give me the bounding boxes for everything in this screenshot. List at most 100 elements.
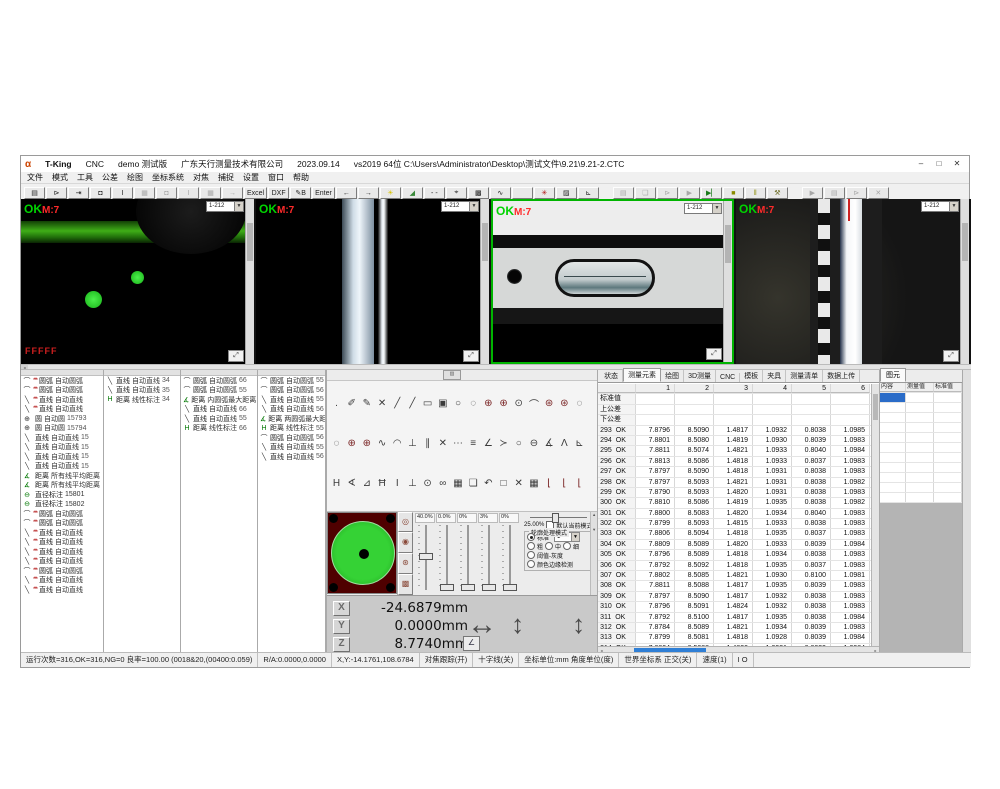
slider-thumb[interactable] xyxy=(482,584,496,591)
toolbar-button[interactable]: ‖ xyxy=(745,187,766,199)
list-item[interactable]: ⌒ *** 圆弧 自动圆弧 xyxy=(21,376,103,386)
jog-y-arrows[interactable]: ↕ xyxy=(511,602,524,646)
table-row[interactable]: 293OK 7.8796 8.5090 1.4817 1.0932 0.8038… xyxy=(598,426,879,436)
light-intensity-slider[interactable]: 0% xyxy=(457,513,477,595)
list-item[interactable]: ╲ 直线 自动直线 34 xyxy=(104,376,180,386)
table-row[interactable] xyxy=(880,393,962,403)
measure-tool-icon[interactable]: ✕ xyxy=(513,478,524,489)
column-header[interactable]: 1 xyxy=(636,384,675,393)
list-item[interactable]: ╲ 直线 自动直线 55 xyxy=(181,414,257,424)
results-tab[interactable]: 测量元素 xyxy=(623,368,661,382)
measure-tool-icon[interactable]: ⌊ xyxy=(559,478,570,489)
measure-tool-icon[interactable]: ⊛ xyxy=(559,398,570,409)
table-row[interactable]: 308OK 7.8811 8.5088 1.4817 1.0935 0.8039… xyxy=(598,581,879,591)
toolbar-button[interactable]: ✎B xyxy=(290,187,311,199)
radio-fine[interactable] xyxy=(563,542,571,550)
table-row[interactable] xyxy=(880,493,962,503)
measure-tool-icon[interactable]: ⊕ xyxy=(483,398,494,409)
toolbar-button[interactable]: ⊳ xyxy=(657,187,678,199)
list-item[interactable]: ╲ 直线 自动直线 15 xyxy=(21,443,103,453)
list-item[interactable]: ∡ 距离 内圆弧最大距离 xyxy=(181,395,257,405)
measure-tool-icon[interactable]: ⊥ xyxy=(407,478,418,489)
close-button[interactable]: ✕ xyxy=(949,158,965,170)
toolbar-button[interactable]: Enter xyxy=(312,187,335,199)
list-item[interactable]: ⌒ 圆弧 自动圆弧 66 xyxy=(181,376,257,386)
toolbar-button[interactable]: ⚒ xyxy=(767,187,788,199)
menu-item[interactable]: 帮助 xyxy=(293,172,309,183)
list-item[interactable]: ∡ 距离 两圆弧最大距离 xyxy=(258,414,325,424)
list-item[interactable]: ╲ 直线 自动直线 55 xyxy=(258,395,325,405)
toolbar-button[interactable]: ☀ xyxy=(380,187,401,199)
list-item[interactable]: ⌒ *** 圆弧 自动圆弧 xyxy=(21,519,103,529)
results-tab[interactable]: 绘图 xyxy=(661,370,684,382)
list-item[interactable]: ⊕ 圆 自动圆 15794 xyxy=(21,424,103,434)
list-item[interactable]: ╲ *** 直线 自动直线 xyxy=(21,547,103,557)
chevron-down-icon[interactable]: ▼ xyxy=(949,202,958,211)
list-item[interactable]: ╲ 直线 自动直线 15 xyxy=(21,433,103,443)
radio-threshold[interactable] xyxy=(527,551,535,559)
column-header[interactable]: 2 xyxy=(675,384,714,393)
list-item[interactable]: ⌒ 圆弧 自动圆弧 56 xyxy=(258,433,325,443)
list-item[interactable]: ╲ *** 直线 自动直线 xyxy=(21,395,103,405)
measure-tool-icon[interactable]: ∿ xyxy=(377,438,388,449)
table-row[interactable]: 313OK 7.8799 8.5081 1.4818 1.0928 0.8039… xyxy=(598,633,879,643)
list-item[interactable]: Η 距离 线性标注 66 xyxy=(181,424,257,434)
camera-range-dropdown[interactable]: 1-212▼ xyxy=(441,201,479,212)
camera-view-1[interactable]: OKM:7 FFFFF 1-212▼ ⤢ xyxy=(21,199,254,364)
table-row[interactable] xyxy=(880,463,962,473)
radio-medium[interactable] xyxy=(545,542,553,550)
measure-tool-icon[interactable]: ▭ xyxy=(422,398,433,409)
camera-range-dropdown[interactable]: 1-212▼ xyxy=(921,201,959,212)
table-row[interactable]: 304OK 7.8809 8.5089 1.4820 1.0933 0.8039… xyxy=(598,540,879,550)
menu-item[interactable]: 模式 xyxy=(52,172,68,183)
angle-tool-button[interactable]: ∠ xyxy=(463,636,480,651)
table-row[interactable]: 296OK 7.8813 8.5086 1.4818 1.0933 0.8037… xyxy=(598,457,879,467)
column-header[interactable]: 5 xyxy=(792,384,831,393)
list-item[interactable]: ╲ *** 直线 自动直线 xyxy=(21,585,103,595)
light-intensity-slider[interactable]: 40.0% xyxy=(415,513,435,595)
menu-item[interactable]: 工具 xyxy=(77,172,93,183)
toolbar-button[interactable]: ▶▏ xyxy=(701,187,722,199)
table-row[interactable] xyxy=(880,453,962,463)
maximize-button[interactable]: □ xyxy=(931,158,947,170)
results-tab[interactable]: 夹具 xyxy=(763,370,786,382)
measure-tool-icon[interactable]: ◌ xyxy=(331,438,342,449)
list-item[interactable]: ╲ *** 直线 自动直线 xyxy=(21,576,103,586)
measure-tool-icon[interactable]: ⊕ xyxy=(346,438,357,449)
measure-tool-icon[interactable]: ∠ xyxy=(483,438,494,449)
chevron-down-icon[interactable]: ▼ xyxy=(712,204,721,213)
measure-tool-icon[interactable]: ⋯ xyxy=(453,438,464,449)
slider-thumb[interactable] xyxy=(503,584,517,591)
chevron-down-icon[interactable]: ▼ xyxy=(469,202,478,211)
list-item[interactable]: ∡ 距离 所有线平均距离 xyxy=(21,471,103,481)
measure-tool-icon[interactable]: ⊕ xyxy=(498,398,509,409)
menu-item[interactable]: 对焦 xyxy=(193,172,209,183)
toolbar-button[interactable]: Excel xyxy=(244,187,267,199)
measure-tool-icon[interactable]: Ι xyxy=(392,478,403,489)
measure-tool-icon[interactable]: . xyxy=(331,398,342,409)
table-row[interactable]: 303OK 7.8806 8.5094 1.4818 1.0935 0.8037… xyxy=(598,529,879,539)
measure-tool-icon[interactable]: □ xyxy=(498,478,509,489)
measure-tool-icon[interactable]: ⊖ xyxy=(528,438,539,449)
ring-segment-icon[interactable]: ⊛ xyxy=(398,553,413,574)
toolbar-button[interactable]: ⊾ xyxy=(578,187,599,199)
menu-item[interactable]: 捕捉 xyxy=(218,172,234,183)
column-header[interactable]: 3 xyxy=(714,384,753,393)
table-row[interactable]: 311OK 7.8792 8.5100 1.4817 1.0935 0.8038… xyxy=(598,613,879,623)
results-tab[interactable]: 数据上传 xyxy=(823,370,860,382)
list-item[interactable]: Η 距离 线性标注 34 xyxy=(104,395,180,405)
camera-range-dropdown[interactable]: 1-212▼ xyxy=(206,201,244,212)
measure-tool-icon[interactable]: ❏ xyxy=(468,478,479,489)
ring-outer-icon[interactable]: ◎ xyxy=(398,512,413,533)
toolbar-button[interactable]: ✕ xyxy=(868,187,889,199)
measure-tool-icon[interactable]: ↶ xyxy=(483,478,494,489)
column-header[interactable]: 标准值 xyxy=(934,383,962,392)
table-row[interactable]: 297OK 7.8797 8.5090 1.4818 1.0931 0.8038… xyxy=(598,467,879,477)
table-row[interactable]: 307OK 7.8802 8.5085 1.4821 1.0930 0.8100… xyxy=(598,571,879,581)
table-row[interactable]: 294OK 7.8801 8.5080 1.4819 1.0930 0.8039… xyxy=(598,436,879,446)
axis-zero-button[interactable]: X xyxy=(333,601,350,616)
measure-tool-icon[interactable]: ◠ xyxy=(392,438,403,449)
measure-tool-icon[interactable]: ⌊ xyxy=(574,478,585,489)
measure-tool-icon[interactable]: ⌒ xyxy=(528,396,539,411)
measure-tool-icon[interactable]: ○ xyxy=(453,398,464,409)
